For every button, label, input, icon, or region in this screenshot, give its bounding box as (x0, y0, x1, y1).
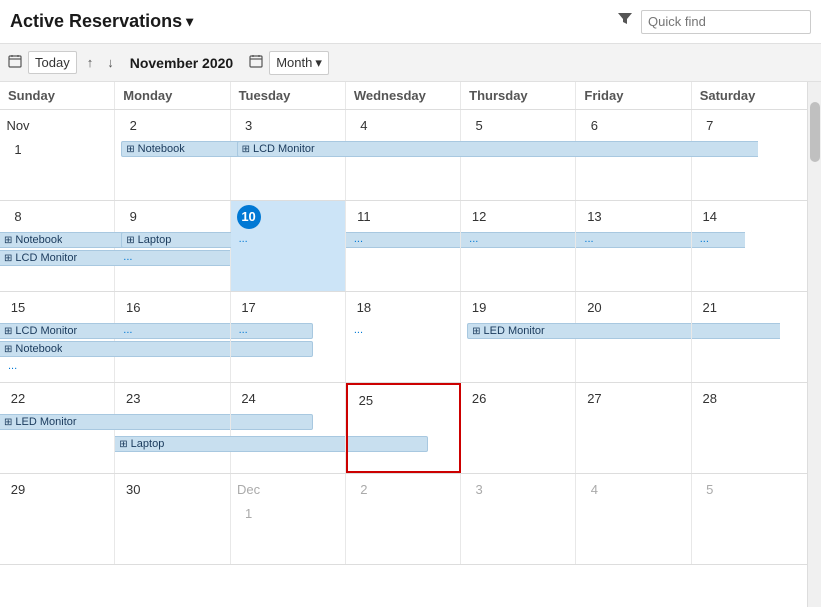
quick-find-box[interactable]: 🔍 (641, 10, 811, 34)
day-header-thursday: Thursday (461, 82, 576, 109)
day-nov24[interactable]: 24 (231, 383, 346, 473)
day-nov16[interactable]: 16 ... (115, 292, 230, 382)
scrollbar-thumb[interactable] (810, 102, 820, 162)
view-selector-button[interactable]: Month ▾ (269, 51, 329, 75)
week-row-2: 8 ⊞ Notebook ⊞ LCD Monitor 9 (0, 201, 807, 292)
more-items-sat[interactable]: ... (698, 232, 801, 246)
calendar-main: Sunday Monday Tuesday Wednesday Thursday… (0, 82, 807, 607)
calendar-view-icon (249, 54, 263, 71)
calendar-toolbar: Today ↑ ↓ November 2020 Month ▾ (0, 44, 821, 82)
day-header-friday: Friday (576, 82, 691, 109)
day-nov19[interactable]: 19 ⊞ LED Monitor (461, 292, 576, 382)
more-items-fri[interactable]: ... (582, 232, 684, 246)
day-nov8[interactable]: 8 ⊞ Notebook ⊞ LCD Monitor (0, 201, 115, 291)
day-nov27[interactable]: 27 (576, 383, 691, 473)
day-nov20[interactable]: 20 (576, 292, 691, 382)
day-nov9[interactable]: 9 ⊞ Laptop ... (115, 201, 230, 291)
day-nov25[interactable]: 25 (346, 383, 461, 473)
res-lcdmonitor-w1[interactable]: ⊞ LCD Monitor (237, 141, 758, 157)
day-dec1[interactable]: Dec 1 (231, 474, 346, 564)
day-nov15[interactable]: 15 ⊞ LCD Monitor ⊞ Notebook ... (0, 292, 115, 382)
day-nov3[interactable]: 3 ⊞ LCD Monitor (231, 110, 346, 200)
month-year-label: November 2020 (130, 55, 234, 71)
week-row-3: 15 ⊞ LCD Monitor ⊞ Notebook ... (0, 292, 807, 383)
week-row-1: Nov 1 2 ⊞ Notebook 3 ⊞ L (0, 110, 807, 201)
more-items-mon[interactable]: ... (121, 250, 223, 264)
day-dec5[interactable]: 5 (692, 474, 807, 564)
today-button[interactable]: Today (28, 51, 77, 74)
day-nov28[interactable]: 28 (692, 383, 807, 473)
more-items-15[interactable]: ... (6, 359, 108, 373)
day-header-saturday: Saturday (692, 82, 807, 109)
nav-down-icon[interactable]: ↓ (103, 53, 118, 72)
day-nov17[interactable]: 17 ... (231, 292, 346, 382)
day-nov22[interactable]: 22 ⊞ LED Monitor (0, 383, 115, 473)
quick-find-input[interactable] (648, 14, 821, 29)
calendar-container: Sunday Monday Tuesday Wednesday Thursday… (0, 82, 821, 607)
day-header-tuesday: Tuesday (231, 82, 346, 109)
day-nov11[interactable]: 11 ... (346, 201, 461, 291)
week-row-5: 29 30 Dec 1 2 3 4 5 (0, 474, 807, 565)
calendar-scroll[interactable]: Nov 1 2 ⊞ Notebook 3 ⊞ L (0, 110, 807, 607)
day-nov12[interactable]: 12 ... (461, 201, 576, 291)
more-items-wed[interactable]: ... (352, 232, 454, 246)
filter-icon[interactable] (617, 11, 633, 32)
day-header-sunday: Sunday (0, 82, 115, 109)
day-dec4[interactable]: 4 (576, 474, 691, 564)
nav-up-icon[interactable]: ↑ (83, 53, 98, 72)
today-label: Today (35, 55, 70, 70)
more-items-16[interactable]: ... (121, 323, 223, 337)
more-items-thu[interactable]: ... (467, 232, 569, 246)
day-dec3[interactable]: 3 (461, 474, 576, 564)
day-headers-row: Sunday Monday Tuesday Wednesday Thursday… (0, 82, 807, 110)
title-text: Active Reservations (10, 11, 182, 32)
page-title: Active Reservations ▾ (10, 11, 193, 32)
more-items-17[interactable]: ... (237, 323, 339, 337)
week-row-4: 22 ⊞ LED Monitor 23 ⊞ Laptop (0, 383, 807, 474)
scrollbar[interactable] (807, 82, 821, 607)
day-nov23[interactable]: 23 ⊞ Laptop (115, 383, 230, 473)
day-nov30[interactable]: 30 (115, 474, 230, 564)
day-dec2[interactable]: 2 (346, 474, 461, 564)
day-nov1[interactable]: Nov 1 (0, 110, 115, 200)
day-nov18[interactable]: 18 ... (346, 292, 461, 382)
more-items-18[interactable]: ... (352, 323, 454, 337)
more-items-tue[interactable]: ... (237, 232, 339, 246)
day-nov14[interactable]: 14 ... (692, 201, 807, 291)
calendar-small-icon (8, 54, 22, 71)
day-nov26[interactable]: 26 (461, 383, 576, 473)
day-header-wednesday: Wednesday (346, 82, 461, 109)
title-chevron-icon[interactable]: ▾ (186, 13, 193, 30)
day-nov29[interactable]: 29 (0, 474, 115, 564)
day-nov21[interactable]: 21 (692, 292, 807, 382)
day-nov2[interactable]: 2 ⊞ Notebook (115, 110, 230, 200)
day-nov10[interactable]: 10 ... (231, 201, 346, 291)
app-header: Active Reservations ▾ 🔍 (0, 0, 821, 44)
calendar-grid: Nov 1 2 ⊞ Notebook 3 ⊞ L (0, 110, 807, 565)
view-label: Month (276, 55, 312, 70)
day-nov13[interactable]: 13 ... (576, 201, 691, 291)
view-chevron-icon: ▾ (315, 55, 322, 71)
day-header-monday: Monday (115, 82, 230, 109)
